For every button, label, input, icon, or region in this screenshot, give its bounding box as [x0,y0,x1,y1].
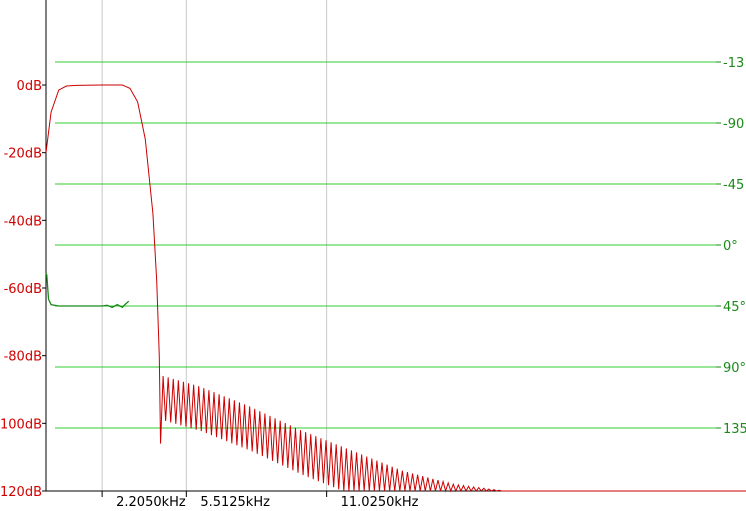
phase-tick-label-1: -90 [723,117,744,132]
phase-tick-label-2: -45 [723,178,744,193]
magnitude-tick-label-5: -100dB [0,417,42,432]
grid [55,0,716,491]
tick-labels: 0dB -20dB -40dB -60dB -80dB -100dB -120dB -13 -9… [0,56,746,510]
frequency-tick-label-0: 2.2050kHz [116,495,186,510]
magnitude-tick-label-4: -80dB [4,350,42,365]
series [45,84,746,493]
phase-tick-label-4: 45° [723,300,746,315]
frequency-tick-label-1: 5.5125kHz [200,495,270,510]
magnitude-series-line [45,84,746,493]
magnitude-tick-label-6: -120dB [0,485,42,500]
frequency-tick-label-2: 11.0250kHz [341,495,419,510]
magnitude-tick-label-3: -60dB [4,282,42,297]
phase-series-line [45,273,130,309]
phase-tick-label-3: 0° [723,239,738,254]
axes [42,0,746,497]
phase-tick-label-5: 90° [723,361,746,376]
magnitude-tick-label-2: -40dB [4,214,42,229]
magnitude-tick-label-1: -20dB [4,147,42,162]
phase-tick-label-0: -13 [723,56,744,71]
frequency-response-chart: 0dB -20dB -40dB -60dB -80dB -100dB -120dB -13 -9… [0,0,746,510]
phase-tick-label-6: 135 [723,422,746,437]
magnitude-tick-label-0: 0dB [17,79,42,94]
